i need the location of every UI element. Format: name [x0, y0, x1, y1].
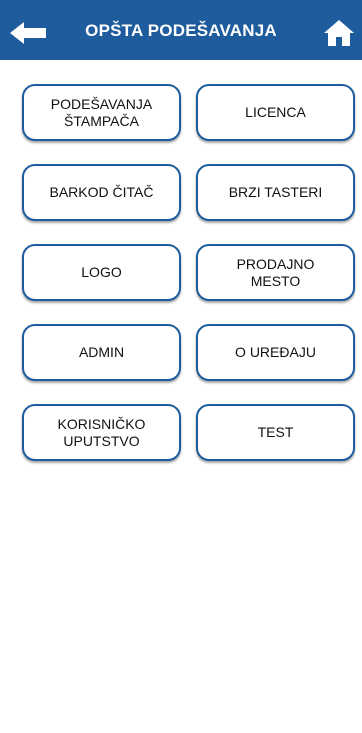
tile-label: KORISNIČKO UPUTSTVO: [57, 415, 146, 449]
tile-label: PRODAJNO MESTO: [236, 255, 315, 289]
page-title: OPŠTA PODEŠAVANJA: [85, 21, 277, 40]
license-button[interactable]: LICENCA: [196, 84, 355, 141]
test-button[interactable]: TEST: [196, 404, 355, 461]
tile-label: BARKOD ČITAČ: [49, 184, 154, 200]
barcode-reader-button[interactable]: BARKOD ČITAČ: [22, 164, 181, 221]
top-app-bar: OPŠTA PODEŠAVANJA: [0, 0, 362, 60]
home-icon[interactable]: [324, 20, 354, 46]
arrow-left-icon[interactable]: [10, 22, 46, 44]
tile-label: LOGO: [81, 264, 122, 280]
tile-label: O UREĐAJU: [235, 344, 316, 360]
admin-button[interactable]: ADMIN: [22, 324, 181, 381]
tile-label: LICENCA: [245, 104, 306, 120]
printer-settings-button[interactable]: PODEŠAVANJA ŠTAMPAČA: [22, 84, 181, 141]
logo-button[interactable]: LOGO: [22, 244, 181, 301]
tile-label: TEST: [257, 424, 294, 440]
point-of-sale-button[interactable]: PRODAJNO MESTO: [196, 244, 355, 301]
tile-label: BRZI TASTERI: [228, 184, 323, 200]
tile-label: PODEŠAVANJA ŠTAMPAČA: [50, 95, 153, 129]
user-manual-button[interactable]: KORISNIČKO UPUTSTVO: [22, 404, 181, 461]
about-device-button[interactable]: O UREĐAJU: [196, 324, 355, 381]
settings-grid: PODEŠAVANJA ŠTAMPAČA LICENCA BARKOD ČITA…: [22, 84, 356, 461]
tile-label: ADMIN: [78, 344, 125, 360]
quick-keys-button[interactable]: BRZI TASTERI: [196, 164, 355, 221]
